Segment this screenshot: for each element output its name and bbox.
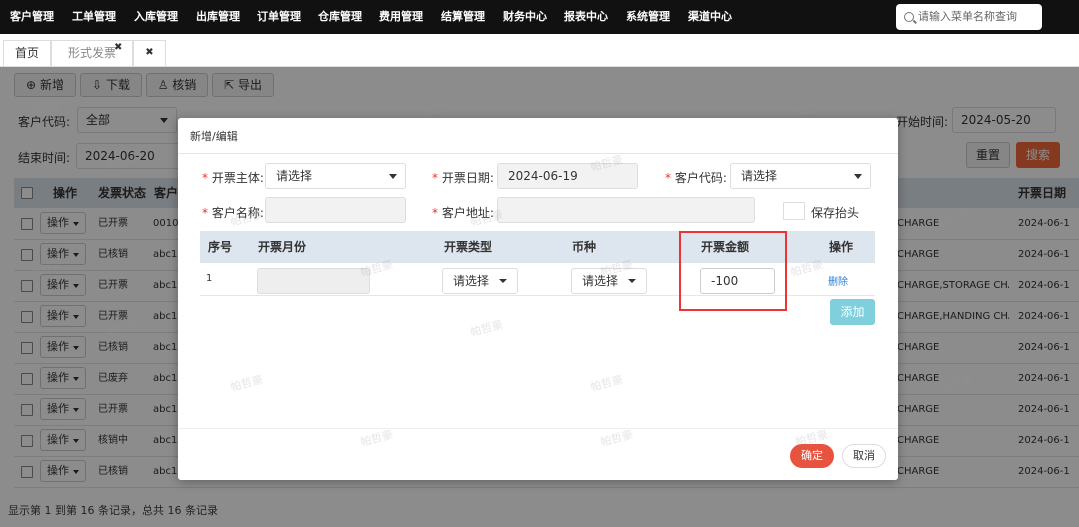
dialog-footer-divider [178, 428, 898, 429]
customer-code-select[interactable]: 请选择 [730, 163, 871, 189]
nav-outbound[interactable]: 出库管理 [196, 0, 240, 34]
nav-fees[interactable]: 费用管理 [379, 0, 423, 34]
tab-close-icon[interactable]: ✖ [114, 36, 122, 60]
nav-settlement[interactable]: 结算管理 [441, 0, 485, 34]
customer-code-label: * 客户代码: [665, 171, 727, 185]
customer-address-input[interactable] [497, 197, 755, 223]
cancel-button[interactable]: 取消 [842, 444, 886, 468]
save-header-checkbox[interactable] [783, 202, 805, 220]
highlight-box [679, 231, 787, 311]
add-line-button[interactable]: 添加 [830, 299, 875, 325]
save-header-label: 保存抬头 [811, 206, 860, 220]
search-icon [904, 12, 914, 22]
chevron-down-icon [628, 279, 636, 283]
edit-dialog: 新增/编辑 * 开票主体: 请选择 * 开票日期: 2024-06-19 * 客… [178, 118, 898, 480]
nav-inbound[interactable]: 入库管理 [134, 0, 178, 34]
tab-close-button[interactable]: ✖ [133, 40, 166, 66]
menu-search-input[interactable]: 请输入菜单名称查询 [896, 4, 1042, 30]
close-icon: ✖ [145, 47, 154, 58]
tab-invoice[interactable]: 形式发票 ✖ [51, 40, 133, 66]
nav-finance[interactable]: 财务中心 [503, 0, 547, 34]
nav-reports[interactable]: 报表中心 [564, 0, 608, 34]
chevron-down-icon [499, 279, 507, 283]
entity-label: * 开票主体: [202, 171, 264, 185]
chevron-down-icon [389, 174, 397, 179]
nav-orders[interactable]: 订单管理 [257, 0, 301, 34]
tab-bar: 首页 形式发票 ✖ ✖ [0, 34, 1079, 67]
dialog-divider [178, 153, 898, 154]
tab-home[interactable]: 首页 [3, 40, 51, 66]
nav-warehouse[interactable]: 仓库管理 [318, 0, 362, 34]
nav-system[interactable]: 系统管理 [626, 0, 670, 34]
entity-select[interactable]: 请选择 [265, 163, 406, 189]
nav-workorder[interactable]: 工单管理 [72, 0, 116, 34]
invoice-type-select[interactable]: 请选择 [442, 268, 518, 294]
menu-search-placeholder: 请输入菜单名称查询 [918, 10, 1017, 23]
customer-name-input[interactable] [265, 197, 406, 223]
nav-customer[interactable]: 客户管理 [10, 0, 54, 34]
chevron-down-icon [854, 174, 862, 179]
delete-link[interactable]: 删除 [828, 273, 848, 288]
nav-channel[interactable]: 渠道中心 [688, 0, 732, 34]
dialog-title: 新增/编辑 [190, 130, 238, 143]
top-navigation: 客户管理 工单管理 入库管理 出库管理 订单管理 仓库管理 费用管理 结算管理 … [0, 0, 1079, 34]
invoice-month-input[interactable] [257, 268, 370, 294]
invoice-date-label: * 开票日期: [432, 171, 494, 185]
record-count: 显示第 1 到第 16 条记录，总共 16 条记录 [8, 504, 218, 517]
